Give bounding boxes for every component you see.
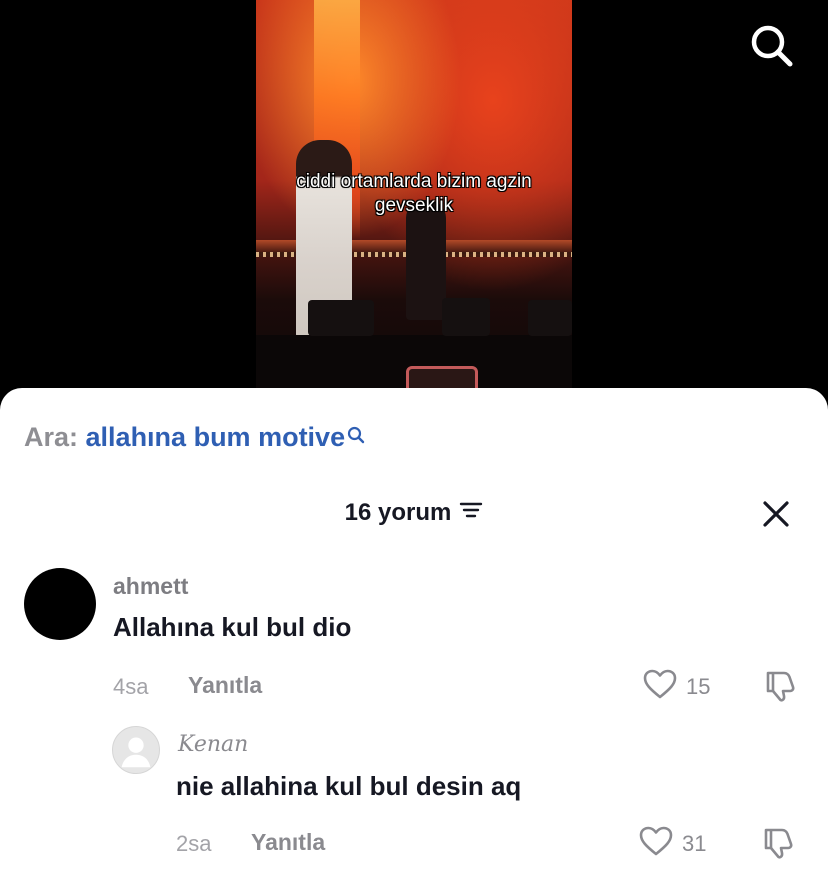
search-query-link[interactable]: allahına bum motive <box>86 422 346 452</box>
reply-button[interactable]: Yanıtla <box>188 672 262 699</box>
comment-count: 16 yorum <box>344 499 452 526</box>
stage-speaker <box>308 300 374 336</box>
stage-speaker <box>528 300 572 336</box>
like-count: 15 <box>686 673 711 699</box>
avatar[interactable] <box>24 568 96 640</box>
comment-text: nie allahina kul bul desin aq <box>176 771 522 801</box>
comment-time: 4sa <box>113 674 149 699</box>
avatar[interactable] <box>112 726 160 774</box>
like-button[interactable]: 15 <box>642 668 710 705</box>
heart-icon <box>638 825 674 862</box>
comment-username[interactable]: ahmett <box>113 573 188 600</box>
heart-icon <box>642 668 678 705</box>
comment-username[interactable]: Kenan <box>178 732 248 757</box>
video-caption: ciddi ortamlarda bizim agzin gevseklik <box>296 171 532 216</box>
close-icon[interactable] <box>760 498 792 530</box>
like-count: 31 <box>682 830 707 856</box>
comments-sheet: Ara: allahına bum motive 16 yorum ahmett… <box>0 388 828 871</box>
comments-header: 16 yorum <box>0 499 828 527</box>
search-icon <box>347 420 365 451</box>
search-prefix: Ara: <box>24 422 79 452</box>
dislike-icon[interactable] <box>760 825 796 866</box>
search-icon[interactable] <box>748 22 794 68</box>
reply-button[interactable]: Yanıtla <box>251 829 325 856</box>
comment-time: 2sa <box>176 831 212 856</box>
performer-2 <box>406 200 446 320</box>
dislike-icon[interactable] <box>762 668 798 709</box>
sort-icon[interactable] <box>459 499 483 527</box>
comment-text: Allahına kul bul dio <box>113 612 352 642</box>
like-button[interactable]: 31 <box>638 825 706 862</box>
related-search[interactable]: Ara: allahına bum motive <box>24 422 365 453</box>
video-player[interactable]: ciddi ortamlarda bizim agzin gevseklik <box>0 0 828 400</box>
stage-speaker <box>442 298 490 336</box>
